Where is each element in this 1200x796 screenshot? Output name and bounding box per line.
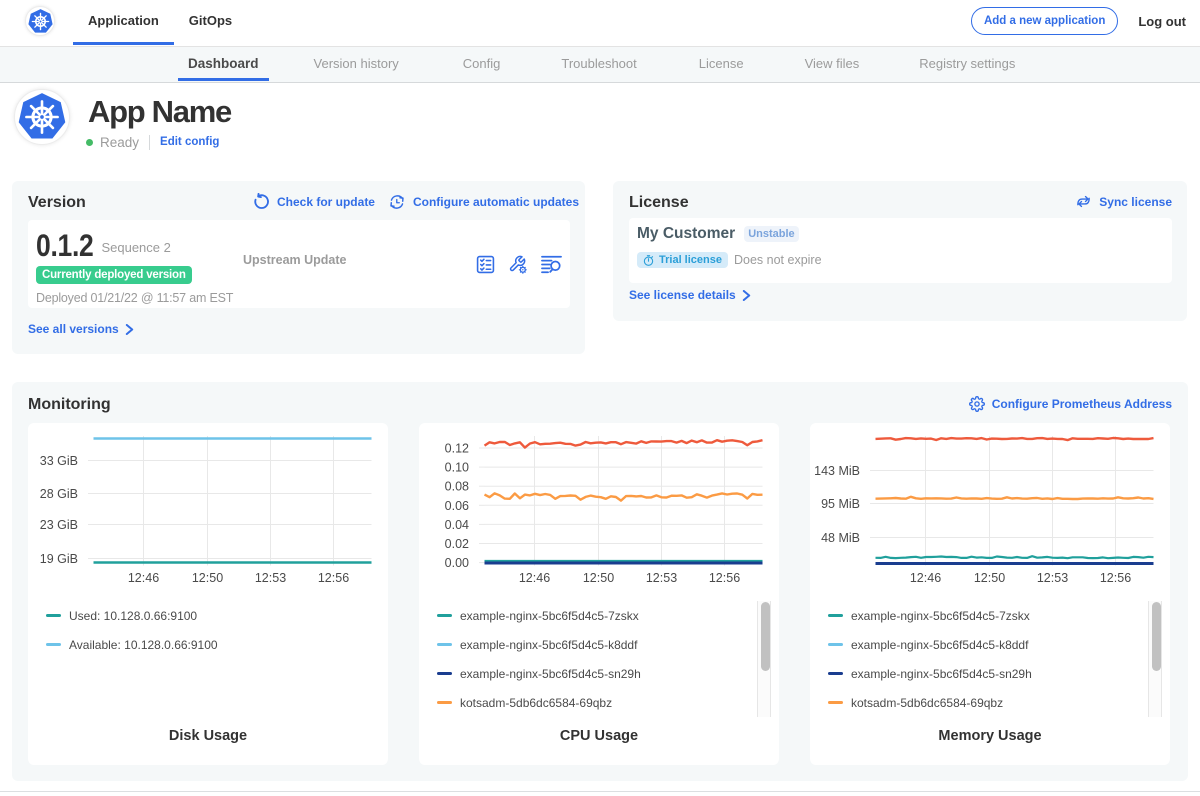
svg-text:12:46: 12:46: [910, 571, 941, 585]
svg-text:12:56: 12:56: [1100, 571, 1131, 585]
svg-text:0.08: 0.08: [445, 480, 469, 494]
svg-text:0.10: 0.10: [445, 461, 469, 475]
svg-text:12:56: 12:56: [709, 571, 740, 585]
svg-text:23 GiB: 23 GiB: [40, 518, 78, 532]
svg-text:12:50: 12:50: [583, 571, 614, 585]
svg-text:12:53: 12:53: [646, 571, 677, 585]
svg-text:12:53: 12:53: [1037, 571, 1068, 585]
svg-text:0.02: 0.02: [445, 537, 469, 551]
svg-text:12:53: 12:53: [255, 571, 286, 585]
svg-text:19 GiB: 19 GiB: [40, 552, 78, 566]
svg-text:0.04: 0.04: [445, 518, 469, 532]
svg-text:0.12: 0.12: [445, 442, 469, 456]
svg-text:12:46: 12:46: [519, 571, 550, 585]
svg-text:143 MiB: 143 MiB: [814, 464, 860, 478]
svg-text:12:56: 12:56: [318, 571, 349, 585]
svg-text:0.00: 0.00: [445, 556, 469, 570]
svg-text:12:50: 12:50: [974, 571, 1005, 585]
svg-text:48 MiB: 48 MiB: [821, 531, 860, 545]
svg-text:95 MiB: 95 MiB: [821, 497, 860, 511]
svg-text:12:46: 12:46: [128, 571, 159, 585]
svg-text:33 GiB: 33 GiB: [40, 454, 78, 468]
svg-text:12:50: 12:50: [192, 571, 223, 585]
svg-text:0.06: 0.06: [445, 499, 469, 513]
svg-text:28 GiB: 28 GiB: [40, 487, 78, 501]
